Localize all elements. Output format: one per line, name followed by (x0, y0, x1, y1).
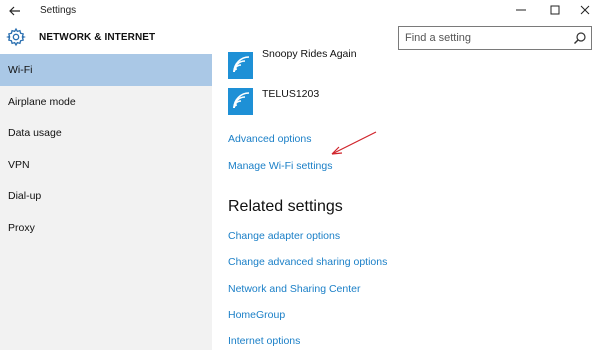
title-bar: Settings (0, 0, 600, 22)
close-button[interactable] (570, 0, 600, 20)
manage-wifi-settings-link[interactable]: Manage Wi-Fi settings (228, 160, 332, 172)
main-content: Snoopy Rides Again TELUS1203 Advanced op… (212, 48, 600, 350)
advanced-options-link[interactable]: Advanced options (228, 133, 311, 145)
back-arrow-icon (9, 6, 20, 16)
sidebar-item-label: Airplane mode (8, 96, 76, 108)
network-name: Snoopy Rides Again (262, 48, 357, 60)
network-item[interactable]: Snoopy Rides Again (228, 48, 528, 79)
minimize-icon (516, 9, 526, 11)
sidebar-item-airplane-mode[interactable]: Airplane mode (0, 86, 212, 118)
sidebar-item-label: Data usage (8, 127, 62, 139)
maximize-button[interactable] (540, 0, 570, 20)
sidebar-item-label: Proxy (8, 222, 35, 234)
close-icon (580, 5, 590, 15)
search-box[interactable] (398, 26, 592, 50)
back-button[interactable] (4, 1, 26, 21)
gear-icon (6, 27, 26, 47)
internet-options-link[interactable]: Internet options (228, 335, 300, 347)
sidebar-item-wifi[interactable]: Wi-Fi (0, 54, 212, 86)
related-settings-heading: Related settings (228, 198, 343, 215)
wifi-signal-icon (233, 56, 250, 73)
wifi-signal-icon (233, 92, 250, 109)
window-title: Settings (40, 5, 77, 16)
change-advanced-sharing-link[interactable]: Change advanced sharing options (228, 256, 387, 268)
network-name: TELUS1203 (262, 88, 320, 100)
sidebar-item-vpn[interactable]: VPN (0, 149, 212, 181)
sidebar-item-data-usage[interactable]: Data usage (0, 117, 212, 149)
change-adapter-options-link[interactable]: Change adapter options (228, 230, 340, 242)
sidebar-item-dial-up[interactable]: Dial-up (0, 180, 212, 212)
maximize-icon (550, 5, 560, 15)
wifi-tile (228, 88, 253, 115)
sidebar-item-label: Wi-Fi (8, 64, 33, 76)
sidebar-item-label: Dial-up (8, 190, 42, 202)
sidebar: Wi-Fi Airplane mode Data usage VPN Dial-… (0, 54, 212, 350)
homegroup-link[interactable]: HomeGroup (228, 309, 285, 321)
search-icon[interactable] (573, 31, 587, 45)
sidebar-item-label: VPN (8, 159, 30, 171)
search-input[interactable] (405, 30, 565, 46)
minimize-button[interactable] (506, 0, 536, 20)
annotation-arrow-icon (331, 131, 377, 155)
page-title: NETWORK & INTERNET (39, 32, 156, 43)
wifi-tile (228, 52, 253, 79)
network-sharing-center-link[interactable]: Network and Sharing Center (228, 283, 361, 295)
sidebar-item-proxy[interactable]: Proxy (0, 212, 212, 244)
network-item[interactable]: TELUS1203 (228, 88, 528, 118)
